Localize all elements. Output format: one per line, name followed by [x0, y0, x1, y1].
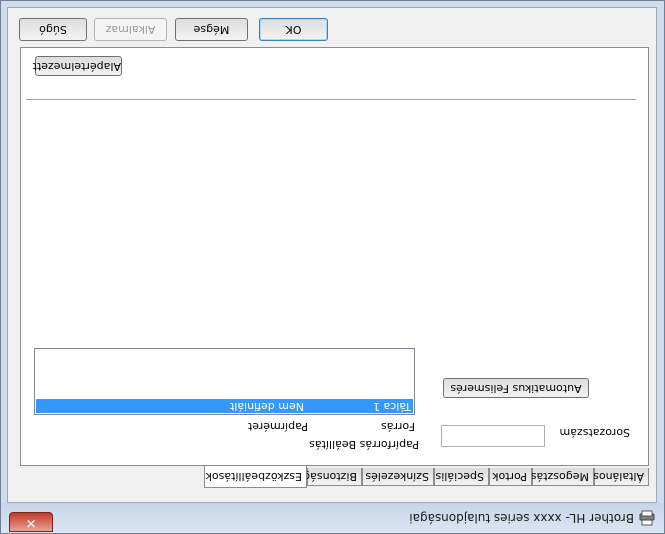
paper-size-cell: Nem definiált — [229, 400, 304, 413]
properties-window: Brother HL- xxxx series tulajdonságai ✕ … — [0, 0, 665, 534]
tab-color-management[interactable]: Színkezelés — [362, 468, 434, 486]
auto-detect-button[interactable]: Automatikus Felismerés — [443, 378, 589, 398]
printer-icon — [639, 510, 655, 526]
button-label: Automatikus Felismerés — [450, 382, 582, 395]
tab-sharing[interactable]: Megosztás — [530, 468, 594, 486]
paper-source-setting-label: Papírforrás Beállítás — [309, 438, 419, 451]
apply-button[interactable]: Alkalmaz — [94, 18, 167, 41]
tab-label: Biztonság — [303, 470, 357, 483]
close-button[interactable]: ✕ — [9, 512, 53, 532]
button-label: OK — [285, 23, 302, 36]
button-label: Alkalmaz — [105, 23, 156, 36]
source-column-header: Forrás — [381, 420, 415, 433]
tab-label: Portok — [492, 470, 527, 483]
tab-general[interactable]: Általános — [593, 468, 649, 486]
button-label: Alapértelmezett — [32, 60, 121, 73]
tab-label: Eszközbeállítások — [205, 470, 302, 483]
dialog-client: Általános Megosztás Portok Speciális Szí… — [7, 7, 657, 503]
tab-security[interactable]: Biztonság — [303, 468, 362, 486]
ok-button[interactable]: OK — [259, 18, 328, 41]
paper-size-column-header: Papírméret — [247, 420, 308, 433]
tab-ports[interactable]: Portok — [489, 468, 532, 486]
device-settings-panel: Papírforrás Beállítás Forrás Papírméret … — [20, 47, 649, 466]
source-cell: Tálca 1 — [373, 400, 411, 413]
tab-label: Színkezelés — [365, 470, 429, 483]
tab-label: Megosztás — [530, 470, 589, 483]
tab-label: Speciális — [435, 470, 484, 483]
restore-defaults-button[interactable]: Alapértelmezett — [32, 56, 122, 76]
tab-label: Általános — [593, 470, 644, 483]
divider — [26, 99, 636, 100]
button-label: Mégse — [193, 23, 230, 36]
list-item[interactable]: Tálca 1 Nem definiált — [36, 399, 413, 413]
serial-number-field[interactable] — [441, 425, 545, 447]
paper-source-list[interactable]: Tálca 1 Nem definiált — [34, 348, 415, 415]
window-title: Brother HL- xxxx series tulajdonságai — [409, 511, 634, 525]
close-icon: ✕ — [25, 515, 37, 530]
tab-device-settings[interactable]: Eszközbeállítások — [204, 466, 307, 488]
tab-advanced[interactable]: Speciális — [434, 468, 489, 486]
button-label: Súgó — [39, 23, 67, 36]
help-button[interactable]: Súgó — [19, 18, 87, 41]
cancel-button[interactable]: Mégse — [175, 18, 248, 41]
serial-number-label: Sorozatszám — [559, 426, 630, 439]
title-bar[interactable]: Brother HL- xxxx series tulajdonságai ✕ — [1, 503, 664, 533]
